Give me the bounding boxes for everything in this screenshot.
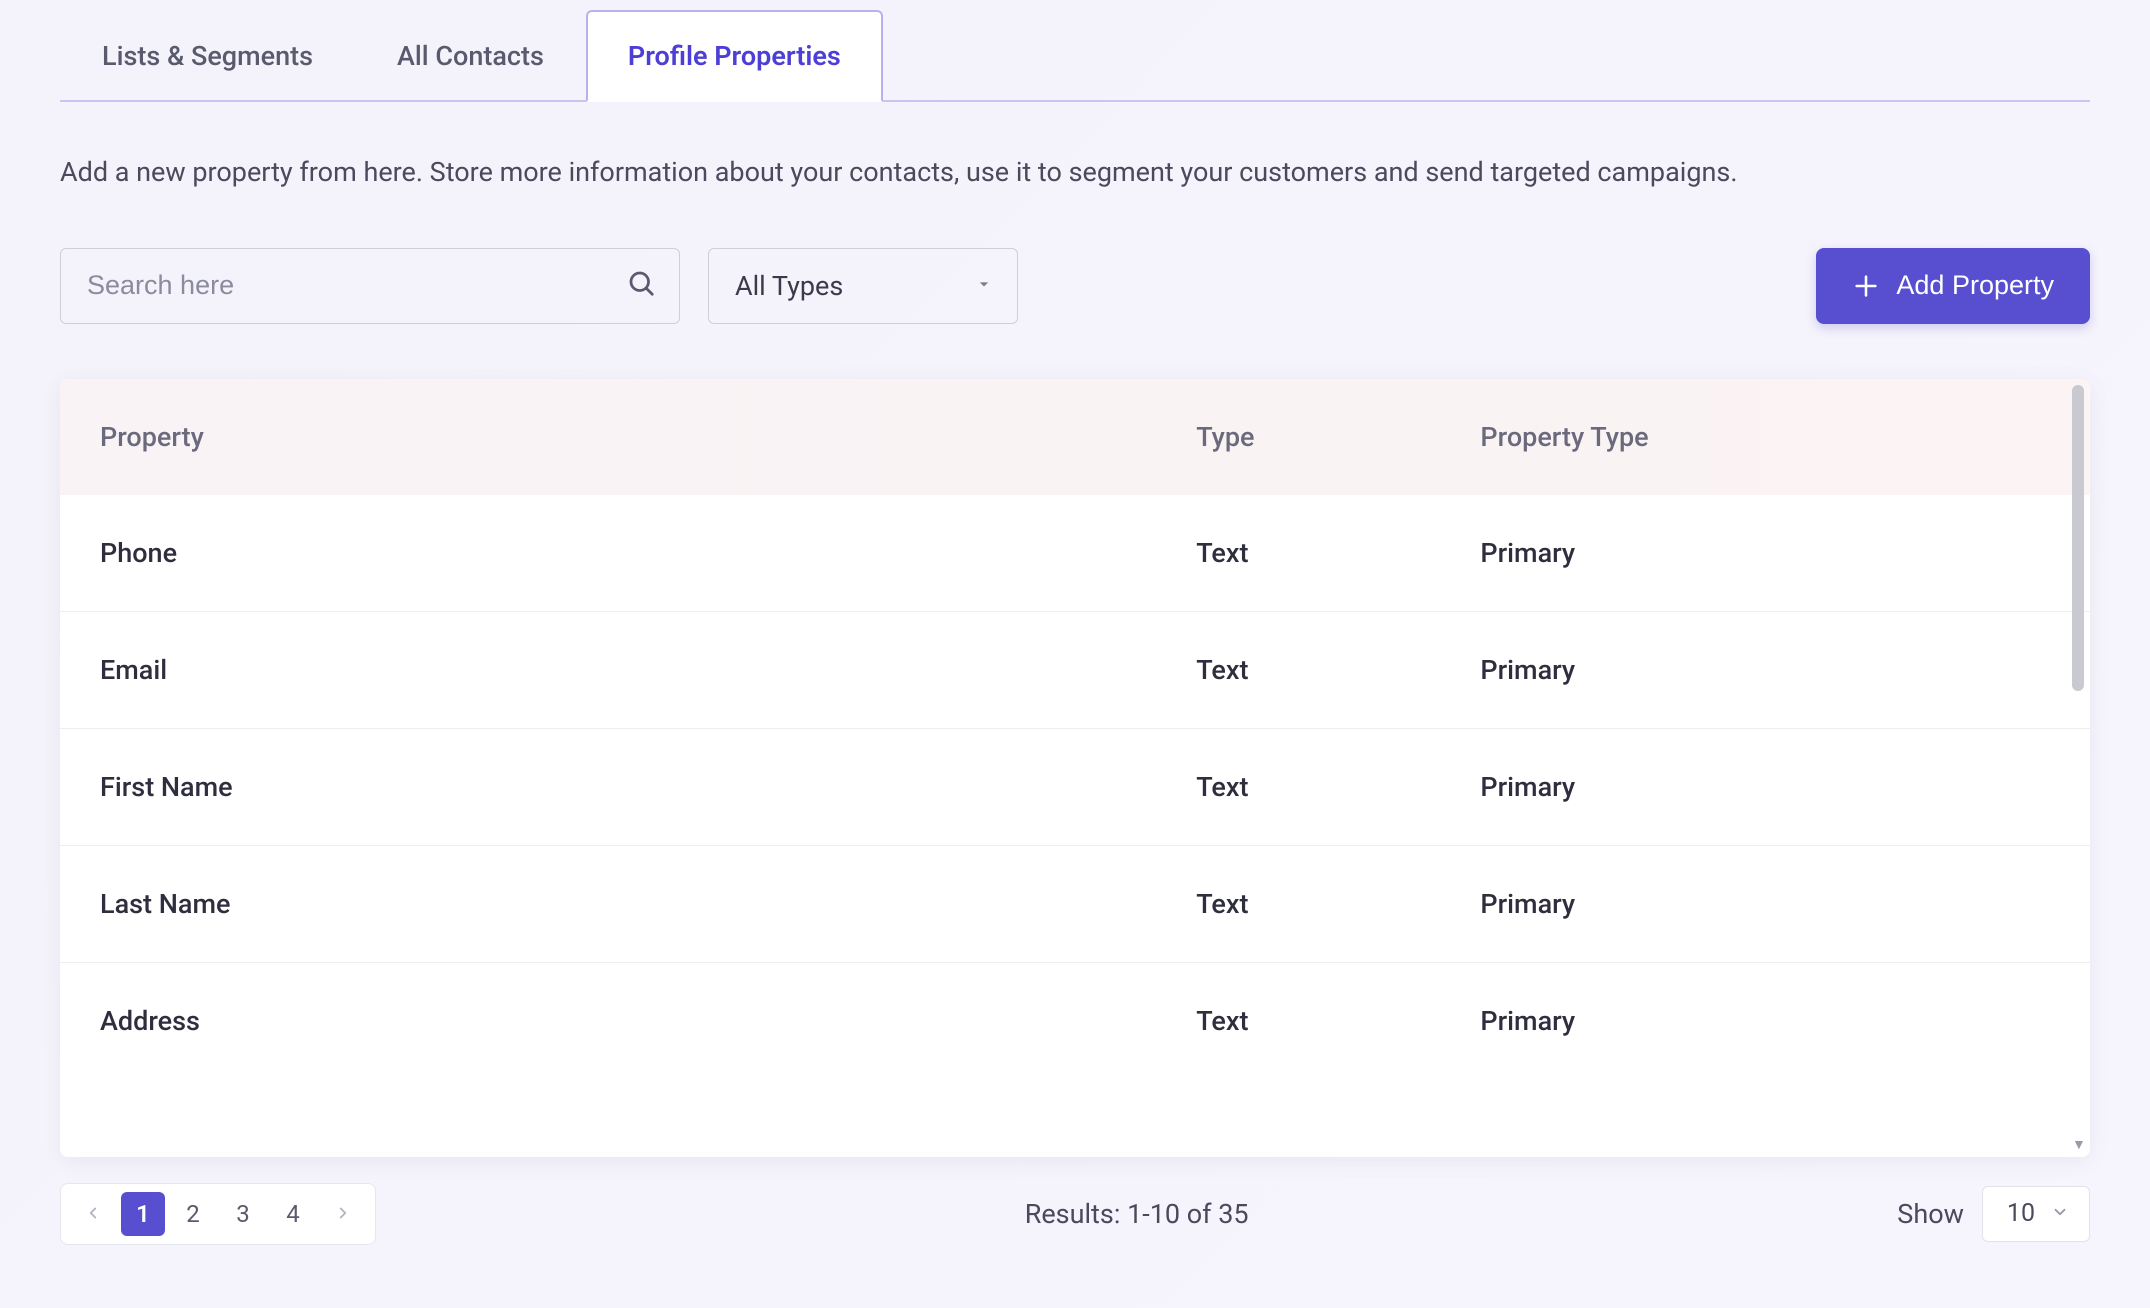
show-wrap: Show 10 — [1897, 1186, 2090, 1242]
search-icon — [626, 268, 656, 304]
footer: 1 2 3 4 Results: 1-10 of 35 Show 10 — [60, 1183, 2090, 1245]
chevron-left-icon — [84, 1200, 102, 1228]
col-header-property: Property — [60, 379, 1156, 495]
cell-type: Text — [1156, 728, 1440, 845]
chevron-right-icon — [334, 1200, 352, 1228]
page-prev-button[interactable] — [71, 1192, 115, 1236]
page-button-4[interactable]: 4 — [271, 1192, 315, 1236]
show-per-page-select[interactable]: 10 — [1982, 1186, 2090, 1242]
cell-type: Text — [1156, 845, 1440, 962]
cell-property: Address — [60, 962, 1156, 1079]
type-filter-wrap: All Types — [708, 248, 1018, 324]
results-text: Results: 1-10 of 35 — [1025, 1198, 1249, 1230]
type-filter-select[interactable]: All Types — [708, 248, 1018, 324]
add-property-button[interactable]: Add Property — [1816, 248, 2090, 324]
type-filter-label: All Types — [735, 270, 843, 302]
col-header-property-type: Property Type — [1440, 379, 2090, 495]
scrollbar-thumb[interactable] — [2072, 385, 2084, 691]
properties-card: Property Type Property Type Phone Text P… — [60, 379, 2090, 1157]
cell-property: First Name — [60, 728, 1156, 845]
plus-icon — [1852, 272, 1880, 300]
table-row[interactable]: First Name Text Primary — [60, 728, 2090, 845]
col-header-type: Type — [1156, 379, 1440, 495]
page-button-1[interactable]: 1 — [121, 1192, 165, 1236]
table-row[interactable]: Address Text Primary — [60, 962, 2090, 1079]
page-description: Add a new property from here. Store more… — [60, 152, 2090, 193]
table-row[interactable]: Last Name Text Primary — [60, 845, 2090, 962]
cell-property-type: Primary — [1440, 611, 2090, 728]
page-next-button[interactable] — [321, 1192, 365, 1236]
tab-lists-segments[interactable]: Lists & Segments — [60, 10, 355, 102]
cell-type: Text — [1156, 962, 1440, 1079]
cell-property-type: Primary — [1440, 495, 2090, 612]
show-value: 10 — [2007, 1199, 2035, 1228]
table-scroll[interactable]: Property Type Property Type Phone Text P… — [60, 379, 2090, 1157]
tabs: Lists & Segments All Contacts Profile Pr… — [60, 10, 2090, 102]
tab-profile-properties[interactable]: Profile Properties — [586, 10, 883, 102]
properties-table: Property Type Property Type Phone Text P… — [60, 379, 2090, 1079]
search-input[interactable] — [60, 248, 680, 324]
cell-property: Last Name — [60, 845, 1156, 962]
table-row[interactable]: Phone Text Primary — [60, 495, 2090, 612]
cell-property: Phone — [60, 495, 1156, 612]
cell-property-type: Primary — [1440, 845, 2090, 962]
add-property-label: Add Property — [1896, 270, 2054, 301]
cell-type: Text — [1156, 611, 1440, 728]
cell-property: Email — [60, 611, 1156, 728]
chevron-down-icon — [2051, 1199, 2069, 1228]
tab-all-contacts[interactable]: All Contacts — [355, 10, 586, 102]
pagination: 1 2 3 4 — [60, 1183, 376, 1245]
controls-row: All Types Add Property — [60, 248, 2090, 324]
cell-property-type: Primary — [1440, 728, 2090, 845]
page-button-3[interactable]: 3 — [221, 1192, 265, 1236]
caret-down-icon — [974, 272, 994, 300]
page-button-2[interactable]: 2 — [171, 1192, 215, 1236]
table-row[interactable]: Email Text Primary — [60, 611, 2090, 728]
show-label: Show — [1897, 1198, 1964, 1230]
search-wrap — [60, 248, 680, 324]
cell-property-type: Primary — [1440, 962, 2090, 1079]
cell-type: Text — [1156, 495, 1440, 612]
scroll-down-icon[interactable]: ▼ — [2072, 1136, 2086, 1153]
scrollbar[interactable]: ▲ ▼ — [2068, 385, 2088, 1151]
